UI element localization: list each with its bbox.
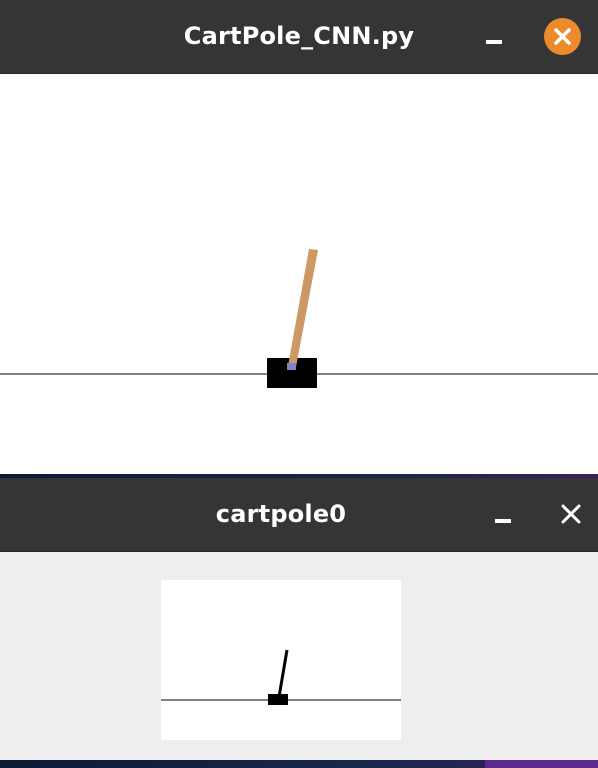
cartpole-scene-small (161, 649, 401, 705)
minimize-icon[interactable] (486, 40, 502, 44)
minimize-icon[interactable] (495, 519, 511, 523)
close-icon (561, 504, 581, 524)
pole (288, 249, 318, 367)
desktop-background-accent (485, 760, 598, 768)
desktop: CartPole_CNN.py cartpole0 (0, 0, 598, 768)
cartpole-scene (0, 249, 598, 388)
window-title: cartpole0 (215, 500, 347, 528)
close-button[interactable] (559, 502, 583, 526)
close-icon (554, 28, 571, 45)
window-title: CartPole_CNN.py (183, 22, 415, 50)
pole (277, 649, 289, 698)
cartpole-render-large (0, 74, 598, 474)
titlebar[interactable]: CartPole_CNN.py (0, 0, 598, 74)
axle (287, 363, 296, 370)
cartpole-cnn-window: CartPole_CNN.py (0, 0, 598, 474)
window-content (0, 552, 598, 760)
close-button[interactable] (544, 18, 581, 55)
cartpole-render-small (161, 580, 401, 740)
titlebar[interactable]: cartpole0 (0, 478, 598, 552)
cartpole0-window: cartpole0 (0, 478, 598, 760)
